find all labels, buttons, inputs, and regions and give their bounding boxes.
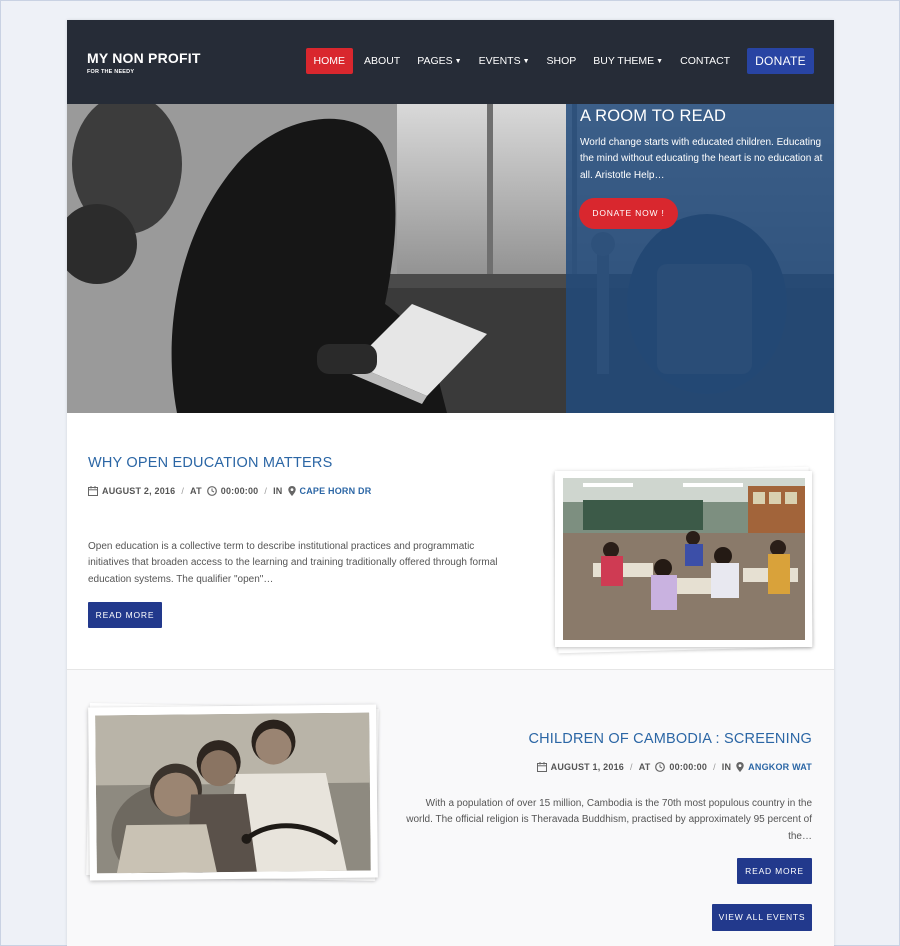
brand-title: MY NON PROFIT (87, 50, 201, 66)
hero-slider: A ROOM TO READ World change starts with … (67, 104, 834, 413)
post-location[interactable]: CAPE HORN DR (300, 486, 372, 496)
clock-icon (655, 762, 666, 772)
at-label: AT (638, 762, 651, 772)
hero-text: World change starts with educated childr… (580, 137, 823, 181)
main-nav: HOME ABOUT PAGES ▼ EVENTS ▼ SHOP BUY THEME… (305, 48, 814, 74)
nav-label: ABOUT (364, 55, 401, 67)
cambodia-children-photo (95, 712, 371, 874)
nav-item-home[interactable]: HOME (305, 48, 354, 74)
event-post: WHY OPEN EDUCATION MATTERS AUGUST 2, 201… (67, 413, 834, 670)
at-label: AT (190, 486, 202, 496)
nav-item-pages[interactable]: PAGES ▼ (409, 48, 469, 74)
nav-label: HOME (313, 55, 346, 67)
view-all-events-button[interactable]: VIEW ALL EVENTS (712, 904, 812, 931)
post-time: 00:00:00 (220, 486, 259, 496)
nav-label: PAGES (417, 55, 453, 67)
map-marker-icon (287, 486, 296, 496)
site-header: MY NON PROFIT FOR THE NEEDY HOME ABOUT P… (67, 20, 834, 104)
in-label: IN (273, 486, 283, 496)
post-image-frame[interactable] (555, 471, 812, 647)
post-time: 00:00:00 (669, 762, 708, 772)
event-post: CHILDREN OF CAMBODIA : SCREENING AUGUST … (67, 670, 834, 946)
nav-item-buy-theme[interactable]: BUY THEME ▼ (585, 48, 671, 74)
post-excerpt: Open education is a collective term to d… (88, 541, 498, 585)
map-marker-icon (736, 762, 744, 772)
post-location[interactable]: ANGKOR WAT (748, 762, 812, 772)
nav-item-events[interactable]: EVENTS ▼ (471, 48, 538, 74)
post-image-frame[interactable] (88, 704, 378, 881)
brand-logo[interactable]: MY NON PROFIT FOR THE NEEDY (87, 50, 201, 75)
hero-title: A ROOM TO READ (580, 107, 727, 125)
meta-separator: / (713, 762, 716, 772)
caret-down-icon: ▼ (454, 58, 462, 65)
read-more-button[interactable]: READ MORE (737, 858, 812, 884)
donate-now-button[interactable]: DONATE NOW ! (579, 198, 678, 229)
post-excerpt: With a population of over 15 million, Ca… (406, 798, 812, 842)
post-date: AUGUST 2, 2016 (102, 486, 176, 496)
caret-down-icon: ▼ (656, 58, 664, 65)
in-label: IN (721, 762, 732, 772)
post-title[interactable]: CHILDREN OF CAMBODIA : SCREENING (528, 731, 812, 747)
brand-tagline: FOR THE NEEDY (87, 69, 135, 75)
donate-button[interactable]: DONATE (747, 48, 814, 74)
classroom-photo (563, 478, 805, 640)
nav-item-shop[interactable]: SHOP (539, 48, 585, 74)
clock-icon (206, 486, 217, 496)
meta-separator: / (181, 486, 185, 496)
calendar-icon (88, 486, 98, 496)
meta-separator: / (264, 486, 268, 496)
nav-label: EVENTS (478, 55, 521, 67)
post-title[interactable]: WHY OPEN EDUCATION MATTERS (88, 455, 332, 471)
caret-down-icon: ▼ (522, 58, 530, 65)
post-date: AUGUST 1, 2016 (550, 762, 624, 772)
meta-separator: / (629, 762, 633, 772)
nav-label: SHOP (546, 55, 577, 67)
nav-label: BUY THEME (593, 55, 655, 67)
nav-item-about[interactable]: ABOUT (356, 48, 408, 74)
nav-label: CONTACT (680, 55, 731, 67)
nav-item-contact[interactable]: CONTACT (672, 48, 738, 74)
post-meta: AUGUST 2, 2016 / AT 00:00:00 / IN CAPE H… (88, 486, 371, 496)
post-meta: AUGUST 1, 2016 / AT 00:00:00 / IN ANGKOR… (536, 762, 812, 772)
calendar-icon (536, 762, 547, 772)
website: MY NON PROFIT FOR THE NEEDY HOME ABOUT P… (67, 20, 834, 946)
read-more-button[interactable]: READ MORE (88, 602, 162, 628)
